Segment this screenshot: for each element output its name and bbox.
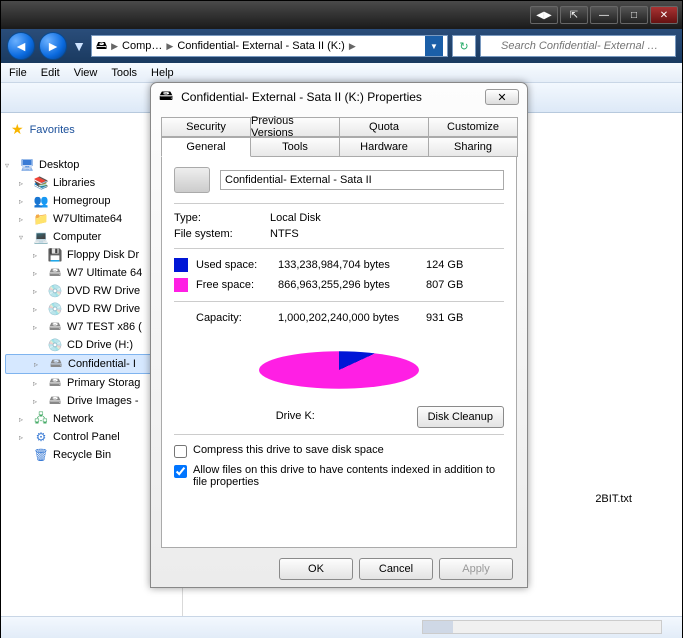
minimize-button[interactable]: — <box>590 6 618 24</box>
menu-help[interactable]: Help <box>151 67 174 79</box>
refresh-icon: ↻ <box>459 40 468 53</box>
close-button[interactable]: ✕ <box>650 6 678 24</box>
chevron-right-icon: ▶ <box>349 41 356 52</box>
free-swatch <box>174 278 188 292</box>
menu-edit[interactable]: Edit <box>41 67 60 79</box>
homegroup-icon: 👥 <box>33 193 49 209</box>
breadcrumb-drive[interactable]: Confidential- External - Sata II (K:) <box>177 40 345 52</box>
star-icon: ★ <box>11 121 24 138</box>
titlebar-extra-2[interactable]: ⇱ <box>560 6 588 24</box>
tab-quota[interactable]: Quota <box>339 117 429 137</box>
address-dropdown[interactable]: ▼ <box>425 36 443 56</box>
history-dropdown[interactable]: ▼ <box>71 32 87 60</box>
statusbar <box>1 616 682 638</box>
cancel-button[interactable]: Cancel <box>359 558 433 580</box>
titlebar: ◀▶ ⇱ — □ ✕ <box>1 1 682 29</box>
free-bytes: 866,963,255,296 bytes <box>278 279 426 291</box>
used-swatch <box>174 258 188 272</box>
drive-icon: 🖴 <box>159 85 173 109</box>
used-gb: 124 GB <box>426 259 480 271</box>
compress-checkbox-row[interactable]: Compress this drive to save disk space <box>174 441 504 461</box>
tab-general[interactable]: General <box>161 137 251 157</box>
filesystem-label: File system: <box>174 228 270 240</box>
floppy-icon: 💾 <box>47 247 63 263</box>
address-bar[interactable]: 🖴 ▶ Comp… ▶ Confidential- External - Sata… <box>91 35 448 57</box>
titlebar-extra-1[interactable]: ◀▶ <box>530 6 558 24</box>
free-gb: 807 GB <box>426 279 480 291</box>
disk-cleanup-button[interactable]: Disk Cleanup <box>417 406 504 428</box>
ok-button[interactable]: OK <box>279 558 353 580</box>
cd-icon: 💿 <box>47 337 63 353</box>
used-label: Used space: <box>196 259 278 271</box>
drive-icon: 🖴 <box>47 375 63 391</box>
index-label: Allow files on this drive to have conten… <box>193 464 504 488</box>
tab-tools[interactable]: Tools <box>250 137 340 157</box>
tab-previous-versions[interactable]: Previous Versions <box>250 117 340 137</box>
capacity-label: Capacity: <box>174 312 278 324</box>
search-input[interactable] <box>480 35 676 57</box>
free-label: Free space: <box>196 279 278 291</box>
control-panel-icon: ⚙ <box>33 429 49 445</box>
network-icon: 🖧 <box>33 411 49 427</box>
capacity-bytes: 1,000,202,240,000 bytes <box>278 312 426 324</box>
dialog-close-button[interactable]: ✕ <box>485 89 519 105</box>
capacity-gb: 931 GB <box>426 312 480 324</box>
index-checkbox[interactable] <box>174 465 187 478</box>
forward-button[interactable]: ► <box>39 32 67 60</box>
back-button[interactable]: ◄ <box>7 32 35 60</box>
tab-security[interactable]: Security <box>161 117 251 137</box>
used-bytes: 133,238,984,704 bytes <box>278 259 426 271</box>
menu-view[interactable]: View <box>74 67 98 79</box>
chevron-right-icon: ▶ <box>111 41 118 52</box>
drive-icon: 🖴 <box>48 356 64 372</box>
libraries-icon: 📚 <box>33 175 49 191</box>
drive-icon: 🖴 <box>96 37 107 56</box>
dvd-icon: 💿 <box>47 283 63 299</box>
user-icon: 📁 <box>33 211 49 227</box>
chevron-right-icon: ▶ <box>166 41 173 52</box>
drive-icon: 🖴 <box>47 265 63 281</box>
maximize-button[interactable]: □ <box>620 6 648 24</box>
tab-sharing[interactable]: Sharing <box>428 137 518 157</box>
type-label: Type: <box>174 212 270 224</box>
filesystem-value: NTFS <box>270 228 504 240</box>
drive-icon: 🖴 <box>47 319 63 335</box>
tab-panel-general: Type:Local Disk File system:NTFS Used sp… <box>161 156 517 548</box>
menubar: File Edit View Tools Help <box>1 63 682 83</box>
tab-hardware[interactable]: Hardware <box>339 137 429 157</box>
apply-button[interactable]: Apply <box>439 558 513 580</box>
desktop-icon: 🖥 <box>19 157 35 173</box>
horizontal-scrollbar[interactable] <box>422 620 662 634</box>
compress-checkbox[interactable] <box>174 445 187 458</box>
recycle-bin-icon: 🗑 <box>33 447 49 463</box>
navbar: ◄ ► ▼ 🖴 ▶ Comp… ▶ Confidential- External … <box>1 29 682 63</box>
compress-label: Compress this drive to save disk space <box>193 444 384 456</box>
dialog-titlebar: 🖴 Confidential- External - Sata II (K:) … <box>151 83 527 111</box>
menu-tools[interactable]: Tools <box>111 67 137 79</box>
tab-customize[interactable]: Customize <box>428 117 518 137</box>
type-value: Local Disk <box>270 212 504 224</box>
index-checkbox-row[interactable]: Allow files on this drive to have conten… <box>174 461 504 491</box>
file-item[interactable]: 2BIT.txt <box>595 493 632 505</box>
refresh-button[interactable]: ↻ <box>452 35 476 57</box>
menu-file[interactable]: File <box>9 67 27 79</box>
usage-pie-chart <box>259 336 419 404</box>
drive-name-input[interactable] <box>220 170 504 190</box>
dialog-title: Confidential- External - Sata II (K:) Pr… <box>181 90 477 104</box>
breadcrumb-computer[interactable]: Comp… <box>122 40 162 52</box>
drive-large-icon <box>174 167 210 193</box>
properties-dialog: 🖴 Confidential- External - Sata II (K:) … <box>150 82 528 588</box>
computer-icon: 💻 <box>33 229 49 245</box>
dvd-icon: 💿 <box>47 301 63 317</box>
drive-icon: 🖴 <box>47 393 63 409</box>
